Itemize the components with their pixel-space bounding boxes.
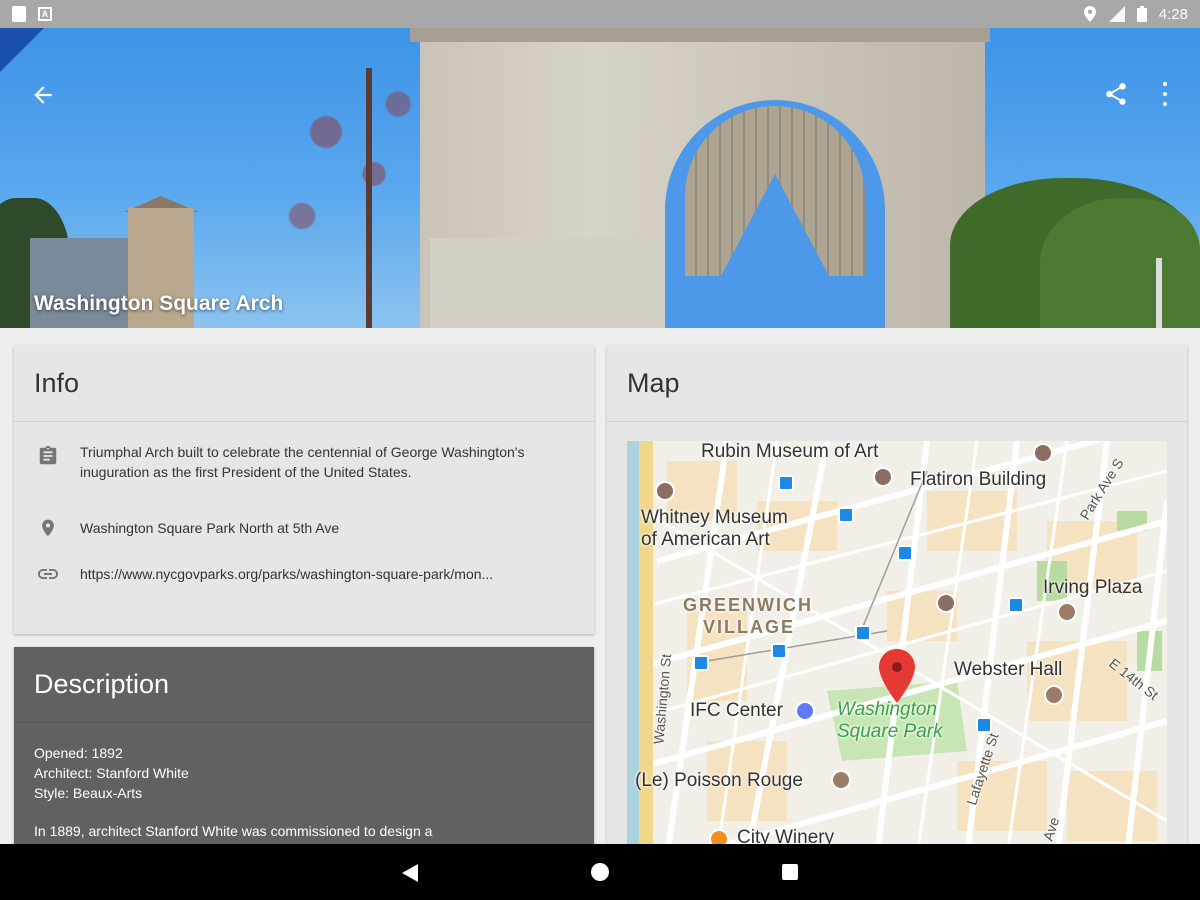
map-label-whitney-2[interactable]: of American Art [641,529,770,551]
map-label-webster[interactable]: Webster Hall [954,659,1062,681]
app-notification-icon: A [38,7,52,21]
opened-text: Opened: 1892 [34,745,123,761]
nav-back-icon[interactable] [402,864,418,882]
map-label-whitney-1[interactable]: Whitney Museum [641,507,788,529]
map-card: Map Rubin Museum of Art Flatiron Buildin… [607,346,1187,856]
music-venue-icon[interactable] [831,770,851,790]
info-description-text: Triumphal Arch built to celebrate the ce… [80,444,525,480]
map-label-park-1[interactable]: Washington [837,700,937,720]
info-description-row: Triumphal Arch built to celebrate the ce… [14,442,594,502]
cinema-icon[interactable] [795,701,815,721]
subway-icon[interactable] [838,507,854,523]
status-bar: A 4:28 [0,0,1200,28]
map-label-irving[interactable]: Irving Plaza [1043,577,1142,599]
map-pin-icon[interactable] [879,649,915,703]
map-label-greenwich-2: VILLAGE [703,617,796,637]
page-title: Washington Square Arch [34,292,284,315]
info-card-title: Info [14,346,594,422]
map-label-ifc[interactable]: IFC Center [690,700,783,722]
architect-text: Architect: Stanford White [34,765,189,781]
info-link-row[interactable]: https://www.nycgovparks.org/parks/washin… [14,564,594,590]
style-text: Style: Beaux-Arts [34,785,143,801]
museum-icon[interactable] [1033,443,1053,463]
subway-icon[interactable] [976,717,992,733]
link-icon [36,564,60,586]
battery-icon [1136,6,1147,22]
subway-icon[interactable] [897,545,913,561]
description-card-title: Description [14,647,594,723]
share-icon[interactable] [1103,81,1129,107]
subway-icon[interactable] [693,655,709,671]
music-venue-icon[interactable] [1057,602,1077,622]
map-label-poisson[interactable]: (Le) Poisson Rouge [635,770,803,792]
description-body: Opened: 1892 Architect: Stanford White S… [14,723,594,861]
info-link-text[interactable]: https://www.nycgovparks.org/parks/washin… [80,564,493,584]
subway-icon[interactable] [855,625,871,641]
description-card: Description Opened: 1892 Architect: Stan… [14,647,594,847]
map-label-park-2[interactable]: Square Park [837,722,943,742]
map-view[interactable]: Rubin Museum of Art Flatiron Building Wh… [627,441,1167,856]
map-label-flatiron[interactable]: Flatiron Building [910,469,1046,491]
info-address-row[interactable]: Washington Square Park North at 5th Ave [14,518,594,544]
subway-icon[interactable] [1008,597,1024,613]
location-status-icon [1083,6,1096,22]
location-pin-icon [36,516,60,540]
museum-icon[interactable] [936,593,956,613]
info-address-text: Washington Square Park North at 5th Ave [80,520,340,536]
status-time: 4:28 [1158,5,1188,23]
sd-card-icon [12,6,26,22]
more-vert-icon[interactable] [1160,82,1170,106]
museum-icon[interactable] [655,481,675,501]
subway-icon[interactable] [778,475,794,491]
museum-icon[interactable] [873,467,893,487]
info-card: Info Triumphal Arch built to celebrate t… [14,346,594,634]
subway-icon[interactable] [771,643,787,659]
clipboard-icon [36,444,60,468]
hero-image: Washington Square Arch [0,28,1200,328]
nav-home-icon[interactable] [591,863,609,881]
map-card-title: Map [607,346,1187,422]
map-label-greenwich-1: GREENWICH [683,595,813,615]
signal-icon [1108,6,1125,22]
description-paragraph: In 1889, architect Stanford White was co… [34,823,433,839]
arrow-back-icon[interactable] [30,82,56,108]
nav-recents-icon[interactable] [782,864,798,880]
music-venue-icon[interactable] [1044,685,1064,705]
map-label-rubin[interactable]: Rubin Museum of Art [701,441,878,463]
